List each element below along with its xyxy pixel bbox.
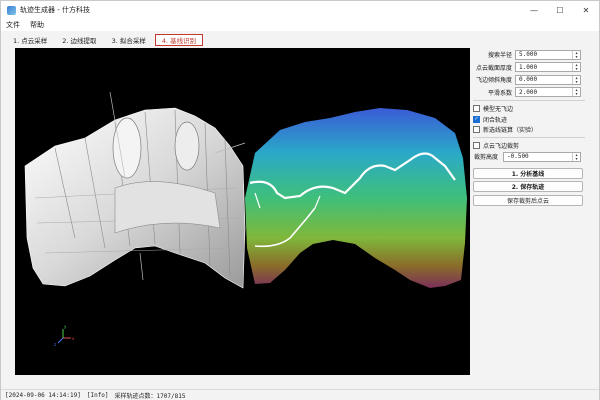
title-bar: 轨迹生成器 - 什方科技 — ☐ ✕ [1,1,599,19]
param-crop-height: 裁剪高度 -0.500 ▲ ▼ [473,151,585,162]
close-button[interactable]: ✕ [573,1,599,19]
spin-value: -0.500 [507,153,529,160]
check-label: 闭合轨迹 [483,116,508,124]
spin-value: 5.000 [519,51,538,58]
param-label: 点云截面厚度 [475,64,512,72]
status-message: 采样轨迹点数：1707/815 [114,392,186,400]
minimize-button[interactable]: — [521,1,547,19]
tab-fit-sampling[interactable]: 3. 拟合采样 [106,34,152,46]
axis-x-label: x [72,336,75,341]
divider [473,136,585,138]
spin-arrows[interactable]: ▲ ▼ [572,75,580,84]
param-label: 飞边倾斜角度 [475,77,512,84]
tab-bar: 1. 点云采样 2. 边线提取 3. 拟合采样 4. 基线识别 [7,33,206,46]
spin-arrows[interactable]: ▲ ▼ [572,50,580,59]
app-window: 轨迹生成器 - 什方科技 — ☐ ✕ 文件 帮助 1. 点云采样 2. 边线提取… [0,0,600,400]
search-radius-spinbox[interactable]: 5.000 ▲ ▼ [515,49,581,60]
spin-arrows[interactable]: ▲ ▼ [572,63,580,71]
param-label: 裁剪高度 [474,154,499,161]
menu-help[interactable]: 帮助 [30,20,44,30]
crop-flash-checkbox[interactable] [473,142,480,149]
param-smoothing: 平滑系数 2.000 ▲ ▼ [473,87,585,98]
menu-file[interactable]: 文件 [6,20,20,30]
flash-tilt-angle-spinbox[interactable]: 0.000 ▲ ▼ [515,74,581,85]
no-flash-checkbox[interactable] [473,105,480,112]
chevron-down-icon: ▼ [575,79,578,84]
check-closed-track[interactable]: ✓ 闭合轨迹 [473,114,585,124]
divider [473,99,585,101]
tab-point-cloud-sampling[interactable]: 1. 点云采样 [7,34,53,46]
tab-baseline-recognition[interactable]: 4. 基线识别 [154,34,204,46]
check-new-chain[interactable]: 新选线链算（实验） [473,125,585,135]
closed-track-checkbox[interactable]: ✓ [473,115,480,123]
app-logo-icon [7,5,16,15]
spin-value: 0.000 [519,76,538,83]
spin-arrows[interactable]: ▲ ▼ [572,152,580,161]
chevron-down-icon: ▼ [575,156,578,161]
axis-z-label: z [54,342,56,347]
param-search-radius: 搜索半径 5.000 ▲ ▼ [473,49,585,60]
check-label: 新选线链算（实验） [483,127,538,134]
new-chain-checkbox[interactable] [473,126,480,133]
param-section-thickness: 点云截面厚度 1.000 ▲ ▼ [473,62,585,73]
status-level: [Info] [86,391,109,399]
chevron-down-icon: ▼ [575,92,578,96]
smoothing-spinbox[interactable]: 2.000 ▲ ▼ [515,87,581,97]
spin-arrows[interactable]: ▲ ▼ [572,88,580,96]
axis-y-label: y [64,324,67,329]
check-crop-flash[interactable]: 点云飞边裁剪 [473,141,585,151]
analyze-baseline-button[interactable]: 1. 分析基线 [473,167,583,179]
spin-value: 2.000 [519,88,538,96]
3d-viewport[interactable]: x y z [15,48,470,375]
save-track-button[interactable]: 2. 保存轨迹 [473,181,583,192]
chevron-down-icon: ▼ [575,54,578,59]
chevron-down-icon: ▼ [575,67,578,71]
save-cropped-cloud-button[interactable]: 保存裁剪后点云 [473,194,583,206]
viewport-canvas: x y z [24,91,467,347]
maximize-button[interactable]: ☐ [547,1,573,19]
section-thickness-spinbox[interactable]: 1.000 ▲ ▼ [515,62,581,72]
heatmap-point-cloud [245,108,467,288]
axis-gizmo: x y z [54,324,75,347]
param-flash-tilt-angle: 飞边倾斜角度 0.000 ▲ ▼ [473,74,585,85]
window-title: 轨迹生成器 - 什方科技 [20,6,90,14]
param-label: 平滑系数 [487,89,512,97]
check-label: 点云飞边裁剪 [483,143,520,150]
tab-edge-extraction[interactable]: 2. 边线提取 [56,34,102,46]
status-timestamp: [2024-09-06 14:14:19] [5,391,81,399]
menu-bar: 文件 帮助 [1,19,599,31]
parameter-panel: 搜索半径 5.000 ▲ ▼ 点云截面厚度 1.000 ▲ ▼ 飞边倾斜角度 0.0… [473,49,585,379]
crop-height-spinbox[interactable]: -0.500 ▲ ▼ [503,151,581,162]
mesh-model [24,91,246,289]
param-label: 搜索半径 [487,52,512,59]
status-bar: [2024-09-06 14:14:19] [Info] 采样轨迹点数：1707… [1,389,599,400]
spin-value: 1.000 [519,63,538,71]
window-controls: — ☐ ✕ [521,1,599,19]
check-no-flash[interactable]: 模型无飞边 [473,104,585,114]
check-label: 模型无飞边 [483,106,514,113]
